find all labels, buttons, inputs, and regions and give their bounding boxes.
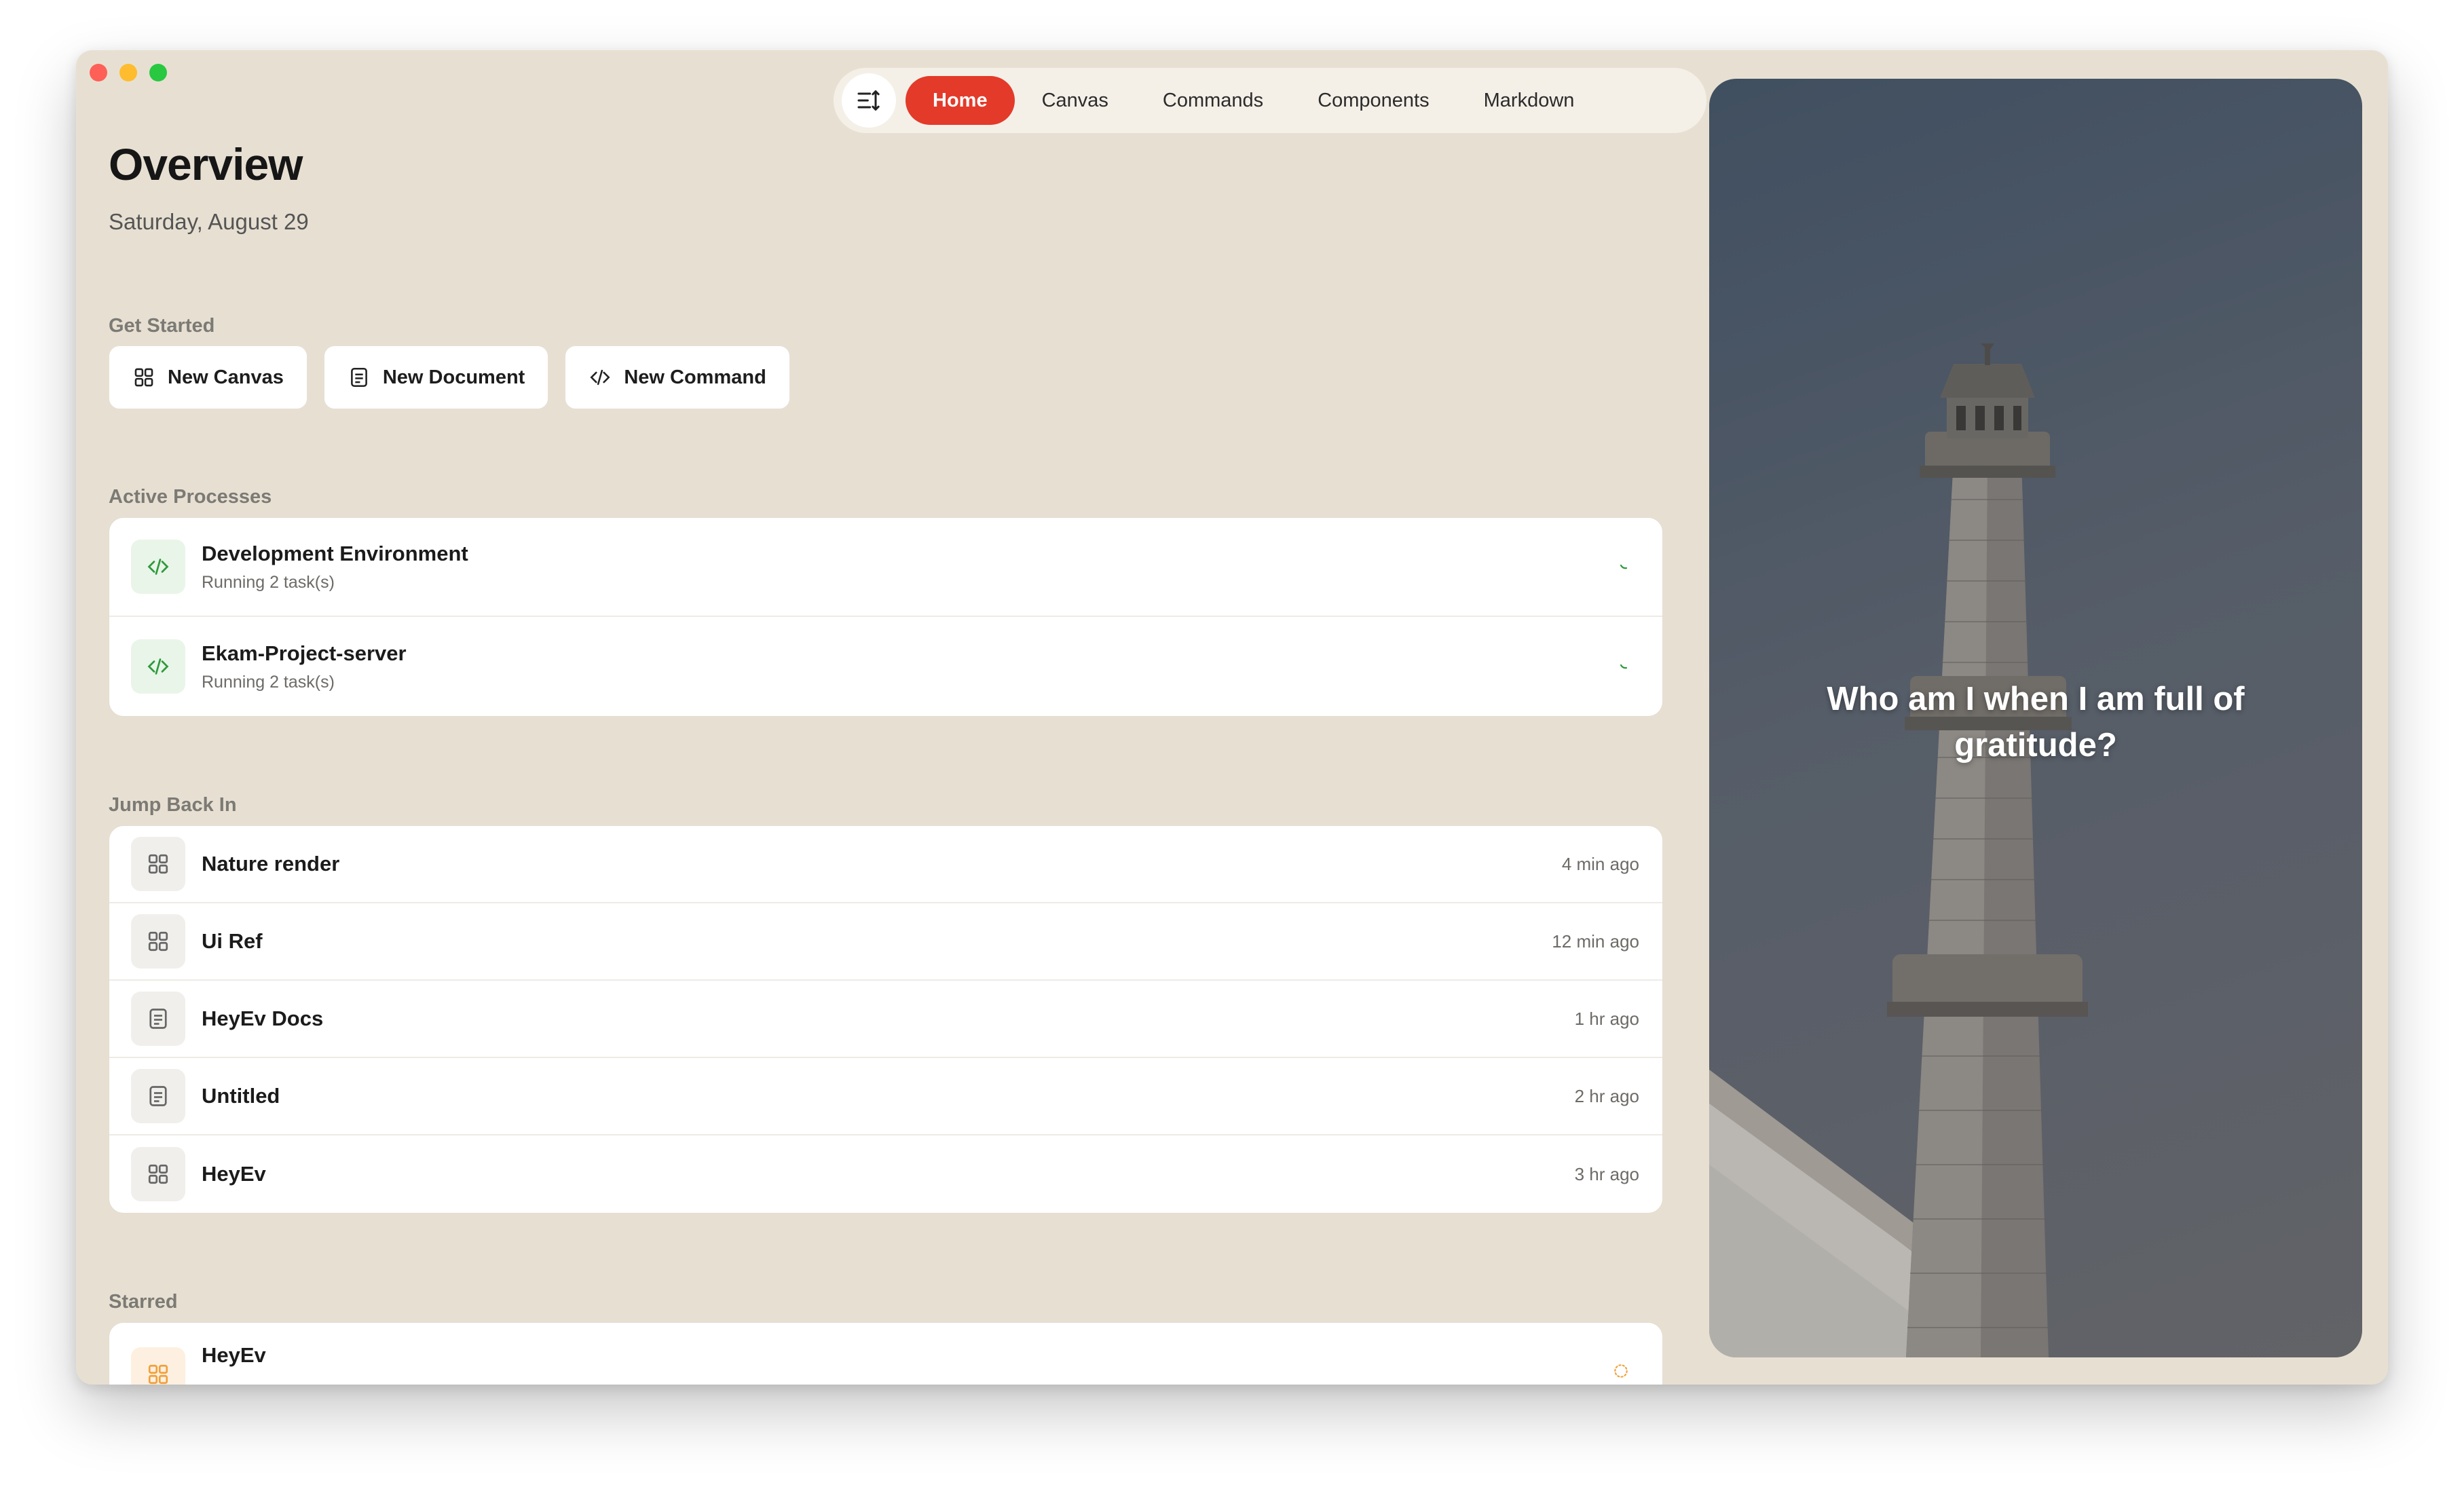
page-title: Overview <box>109 139 303 189</box>
inspiration-quote: Who am I when I am full of gratitude? <box>1827 681 2245 764</box>
code-icon <box>147 559 169 575</box>
new-command-button[interactable]: New Command <box>565 345 790 409</box>
item-icon-tile <box>131 1147 185 1201</box>
item-name: Nature render <box>202 852 340 876</box>
jump-back-in-list: Nature render 4 min ago Ui Ref 12 min ag… <box>109 825 1663 1214</box>
grid-icon <box>148 854 168 874</box>
item-time: 2 hr ago <box>1574 1085 1639 1106</box>
new-command-label: New Command <box>624 366 766 388</box>
app-window: Home Canvas Commands Components Markdown… <box>76 50 2388 1385</box>
new-document-button[interactable]: New Document <box>323 345 549 409</box>
process-icon-tile <box>131 639 185 694</box>
document-icon <box>149 1086 167 1106</box>
new-document-label: New Document <box>382 366 525 388</box>
grid-icon <box>148 1164 168 1184</box>
process-name: Ekam-Project-server <box>202 641 407 665</box>
item-name: HeyEv Docs <box>202 1007 324 1030</box>
item-name: Ui Ref <box>202 929 263 953</box>
item-time: 3 hr ago <box>1574 1163 1639 1184</box>
item-time: 4 min ago <box>1561 853 1639 874</box>
list-item[interactable]: HeyEv Docs 1 hr ago <box>109 981 1662 1058</box>
section-get-started: Get Started <box>109 315 215 337</box>
process-name: Development Environment <box>202 541 468 565</box>
item-icon-tile <box>131 1347 185 1385</box>
item-icon-tile <box>131 1069 185 1123</box>
list-item[interactable]: HeyEv <box>109 1323 1662 1385</box>
process-status: Running 2 task(s) <box>202 672 335 692</box>
page-date: Saturday, August 29 <box>109 209 309 234</box>
list-item[interactable]: Untitled 2 hr ago <box>109 1058 1662 1135</box>
inspiration-panel: Who am I when I am full of gratitude? <box>1709 79 2362 1357</box>
spinner-icon <box>1620 664 1628 669</box>
section-active-processes: Active Processes <box>109 486 272 508</box>
grid-icon <box>148 1364 168 1385</box>
item-name: HeyEv <box>202 1343 266 1367</box>
item-icon-tile <box>131 914 185 969</box>
item-time: 1 hr ago <box>1574 1008 1639 1029</box>
item-name: HeyEv <box>202 1162 266 1186</box>
item-time: 12 min ago <box>1552 931 1639 952</box>
process-icon-tile <box>131 540 185 594</box>
grid-icon <box>134 368 153 387</box>
active-processes-list: Development Environment Running 2 task(s… <box>109 517 1663 717</box>
starred-list: HeyEv <box>109 1322 1663 1385</box>
list-item[interactable]: Ekam-Project-server Running 2 task(s) <box>109 617 1662 716</box>
close-window-button[interactable] <box>90 64 107 81</box>
new-canvas-button[interactable]: New Canvas <box>109 345 307 409</box>
item-icon-tile <box>131 992 185 1046</box>
sun-icon <box>1614 1364 1628 1378</box>
process-status: Running 2 task(s) <box>202 572 335 592</box>
document-icon <box>149 1009 167 1029</box>
document-icon <box>350 367 367 388</box>
list-item[interactable]: Development Environment Running 2 task(s… <box>109 518 1662 617</box>
list-item[interactable]: Ui Ref 12 min ago <box>109 903 1662 981</box>
section-starred: Starred <box>109 1291 178 1313</box>
main-content: Overview Saturday, August 29 Get Started… <box>109 50 1663 1385</box>
list-item[interactable]: HeyEv 3 hr ago <box>109 1135 1662 1213</box>
new-canvas-label: New Canvas <box>168 366 284 388</box>
spinner-icon <box>1620 564 1628 569</box>
code-icon <box>147 658 169 675</box>
quick-actions: New Canvas New Document New Command <box>109 345 790 409</box>
grid-icon <box>148 931 168 952</box>
item-name: Untitled <box>202 1084 280 1108</box>
section-jump-back-in: Jump Back In <box>109 794 237 816</box>
code-icon <box>590 369 610 386</box>
item-icon-tile <box>131 837 185 891</box>
list-item[interactable]: Nature render 4 min ago <box>109 826 1662 903</box>
